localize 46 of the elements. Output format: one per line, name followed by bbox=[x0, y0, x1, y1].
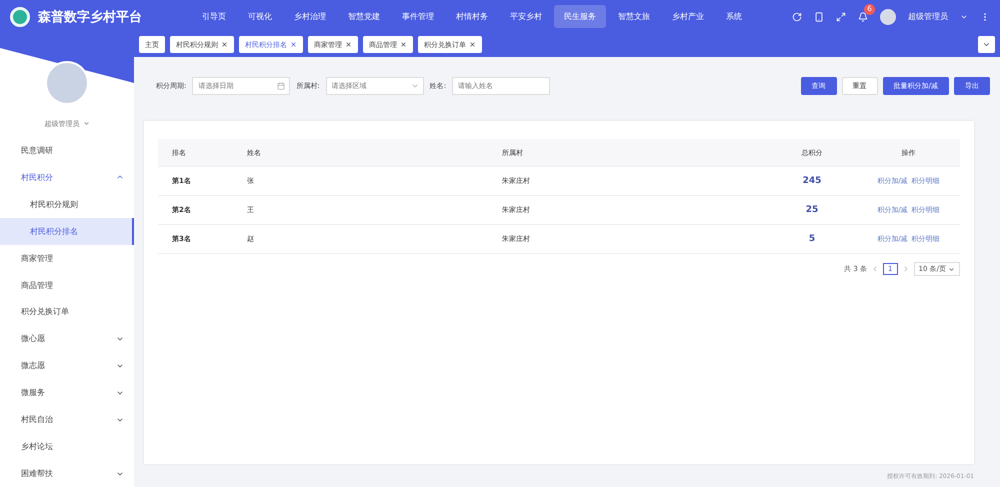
sidebar-item[interactable]: 乡村论坛 bbox=[0, 433, 134, 460]
sidebar-item[interactable]: 微心愿 bbox=[0, 325, 134, 352]
nav-item[interactable]: 事件管理 bbox=[392, 5, 444, 28]
nav-item[interactable]: 引导页 bbox=[192, 5, 236, 28]
points-value: 245 bbox=[802, 176, 822, 186]
nav-item[interactable]: 乡村产业 bbox=[662, 5, 714, 28]
close-icon[interactable] bbox=[469, 41, 476, 48]
bell-icon[interactable] bbox=[858, 12, 868, 22]
nav-item[interactable]: 系统 bbox=[716, 5, 752, 28]
nav-item[interactable]: 乡村治理 bbox=[284, 5, 336, 28]
sidebar-subitem[interactable]: 村民积分规则 bbox=[0, 190, 134, 218]
sidebar-item[interactable]: 商家管理 bbox=[0, 244, 134, 272]
caret-icon bbox=[410, 82, 419, 90]
nav-item[interactable]: 民生服务 bbox=[554, 5, 606, 28]
sidebar-item[interactable]: 商品管理 bbox=[0, 272, 134, 299]
user-menu[interactable]: 超级管理员 bbox=[908, 11, 948, 22]
sidebar-item[interactable]: 积分兑换订单 bbox=[0, 298, 134, 326]
points-value: 25 bbox=[806, 205, 818, 215]
caret-icon[interactable] bbox=[948, 266, 955, 272]
sidebar-item[interactable]: 微服务 bbox=[0, 379, 134, 406]
nav-item[interactable]: 村情村务 bbox=[446, 5, 498, 28]
nav-item[interactable]: 平安乡村 bbox=[500, 5, 552, 28]
app-title: 森普数字乡村平台 bbox=[38, 8, 142, 26]
close-icon[interactable] bbox=[345, 41, 352, 48]
nav-item[interactable]: 智慧党建 bbox=[338, 5, 390, 28]
caret-icon[interactable] bbox=[82, 120, 90, 128]
nav-item[interactable]: 智慧文旅 bbox=[608, 5, 660, 28]
fullscreen-icon[interactable] bbox=[836, 12, 846, 22]
refresh-icon[interactable] bbox=[792, 12, 802, 22]
tab-menu-button[interactable] bbox=[978, 36, 995, 53]
nav-item[interactable]: 可视化 bbox=[238, 5, 282, 28]
close-icon[interactable] bbox=[290, 41, 297, 48]
chevron-down-icon[interactable] bbox=[982, 40, 991, 49]
calendar-icon bbox=[277, 82, 286, 90]
sidebar-item[interactable]: 村民自治 bbox=[0, 406, 134, 434]
close-icon[interactable] bbox=[221, 41, 228, 48]
close-icon[interactable] bbox=[400, 41, 407, 48]
logo-icon bbox=[10, 6, 30, 26]
phone-icon[interactable] bbox=[814, 12, 824, 22]
sidebar-subitem[interactable]: 村民积分排名 bbox=[0, 218, 134, 245]
sidebar-item[interactable]: 民意调研 bbox=[0, 136, 134, 164]
points-value: 5 bbox=[808, 234, 816, 244]
avatar-icon[interactable] bbox=[880, 8, 896, 24]
sidebar-item[interactable]: 村民积分 bbox=[0, 164, 134, 191]
sidebar-item[interactable]: 微志愿 bbox=[0, 352, 134, 380]
sidebar-item[interactable]: 困难帮扶 bbox=[0, 460, 134, 487]
